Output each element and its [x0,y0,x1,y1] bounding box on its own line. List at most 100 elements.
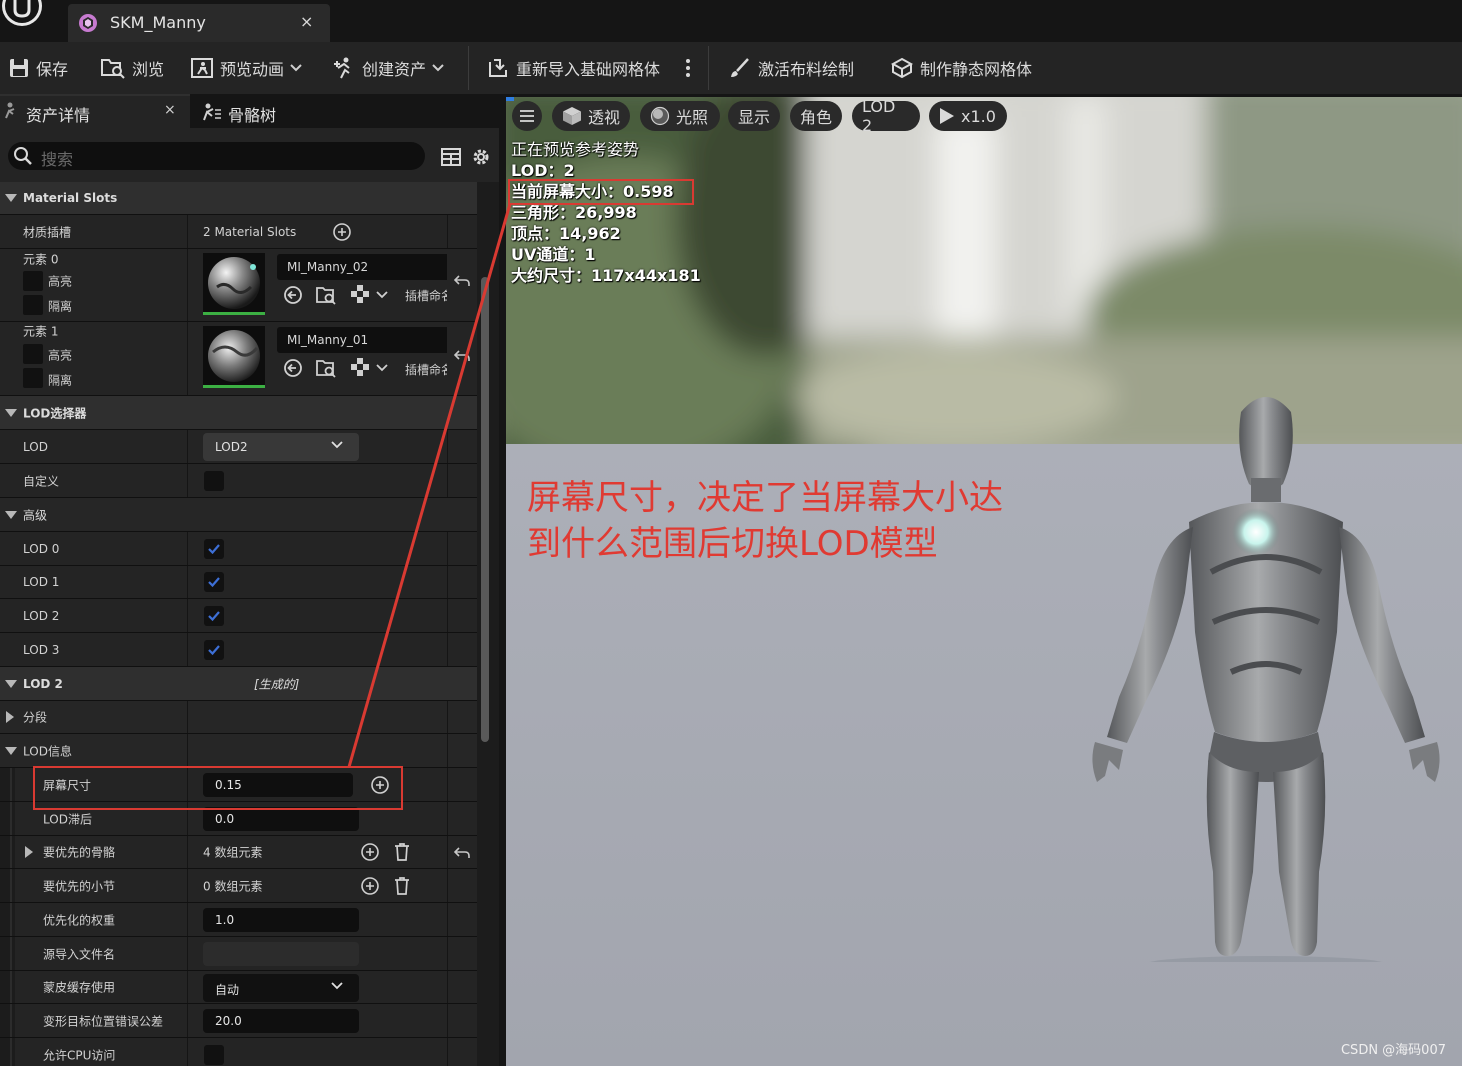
highlight-label: 高亮 [48,274,73,289]
playback-speed-button[interactable]: x1.0 [929,101,1007,131]
lod-button[interactable]: LOD 2 [852,97,920,135]
lod-row: LOD LOD2 [0,430,477,464]
material-thumbnail[interactable] [203,326,265,388]
stats-approx-size: 大约尺寸：117x44x181 [511,266,701,285]
lod1-checkbox[interactable] [204,572,224,592]
character-button[interactable]: 角色 [790,101,842,131]
perspective-button[interactable]: 透视 [552,101,630,131]
morph-tolerance-input[interactable]: 20.0 [203,1009,359,1033]
lod2-category[interactable]: LOD 2 [生成的] [0,667,477,701]
lod-toggle-row: LOD 0 [0,532,477,566]
material-thumbnail[interactable] [203,253,265,315]
reset-arrow-icon[interactable] [454,274,470,288]
skin-cache-label: 蒙皮缓存使用 [43,980,116,995]
lod2-checkbox[interactable] [204,606,224,626]
sections-row[interactable]: 分段 [0,701,477,734]
add-icon[interactable] [361,877,379,895]
material-name-field[interactable]: MI_Manny_02 [277,254,447,280]
reimport-icon [489,59,507,77]
add-slot-icon[interactable] [333,223,351,241]
lod3-label: LOD 3 [23,642,60,657]
cpu-access-row: 允许CPU访问 [0,1038,477,1066]
weight-input[interactable]: 1.0 [203,908,359,932]
source-file-input[interactable] [203,942,359,966]
preview-animation-button[interactable]: 预览动画 [190,42,302,94]
trash-icon[interactable] [393,842,411,862]
lod-picker-category[interactable]: LOD选择器 [0,396,477,430]
lod-toggle-row: LOD 3 [0,633,477,667]
panel-scrollbar[interactable] [481,277,489,742]
reset-arrow-icon[interactable] [454,349,470,363]
prioritized-sections-row: 要优先的小节 0 数组元素 [0,869,477,903]
viewport-stats: 正在预览参考姿势 LOD：2 当前屏幕大小：0.598 三角形：26,998 顶… [511,139,701,286]
highlight-checkbox[interactable] [23,271,43,291]
skeleton-tree-icon [203,103,221,121]
browse-button[interactable]: 浏览 [100,42,164,94]
custom-checkbox[interactable] [204,471,224,491]
use-selected-arrow-icon[interactable] [283,285,303,305]
tab-skeleton-tree[interactable]: 骨骼树 [196,94,316,128]
lod-dropdown[interactable]: LOD2 [203,433,359,461]
save-button[interactable]: 保存 [8,42,68,94]
chevron-down-icon[interactable] [376,364,388,372]
chevron-down-icon[interactable] [376,291,388,299]
browse-asset-icon[interactable] [315,358,337,378]
paint-brush-icon [731,58,749,77]
lighting-button[interactable]: 光照 [640,101,720,131]
browse-asset-icon[interactable] [315,285,337,305]
current-screen-size-highlight-box [508,179,694,205]
gear-icon[interactable] [471,147,491,167]
show-button[interactable]: 显示 [728,101,780,131]
lod-info-row[interactable]: LOD信息 [0,734,477,768]
skin-cache-dropdown[interactable]: 自动 [203,974,359,1002]
annotation-text: 屏幕尺寸，决定了当屏幕大小达 到什么范围后切换LOD模型 [527,475,1003,567]
playback-speed-label: x1.0 [961,106,996,126]
more-options-icon[interactable] [684,58,692,78]
isolate-checkbox[interactable] [23,295,43,315]
reset-arrow-icon[interactable] [454,846,470,860]
weight-row: 优先化的权重 1.0 [0,903,477,937]
lod2-label: LOD 2 [23,608,60,623]
preview-viewport[interactable]: 透视 光照 显示 角色 LOD 2 x1.0 正在预览参考姿势 LOD：2 当前… [506,97,1462,1066]
checker-texture-icon[interactable] [351,285,369,303]
use-selected-arrow-icon[interactable] [283,358,303,378]
splitter[interactable] [499,94,506,1066]
panel-tabs: 资产详情 × 骨骼树 [0,94,499,128]
lighting-sphere-icon [650,106,670,126]
editor-window: SKM_Manny × 保存 浏览 预览动画 创建资产 重新导入基础网格体 激活… [0,0,1462,1066]
hysteresis-input[interactable]: 0.0 [203,807,359,831]
viewport-menu-button[interactable] [512,101,542,131]
asset-details-icon [5,102,15,119]
table-view-icon[interactable] [441,148,461,166]
custom-row: 自定义 [0,464,477,498]
reimport-base-mesh-button[interactable]: 重新导入基础网格体 [486,42,660,94]
activate-cloth-paint-button[interactable]: 激活布料绘制 [728,42,854,94]
skeletal-mesh-icon [79,14,97,32]
asset-tab[interactable]: SKM_Manny × [68,4,330,42]
lod-picker-header: LOD选择器 [23,406,87,420]
source-file-row: 源导入文件名 [0,937,477,971]
hysteresis-label: LOD滞后 [43,812,92,826]
highlight-checkbox[interactable] [23,344,43,364]
add-icon[interactable] [361,843,379,861]
tab-close-icon[interactable]: × [164,102,176,118]
material-name-field[interactable]: MI_Manny_01 [277,327,447,353]
make-static-mesh-button[interactable]: 制作静态网格体 [890,42,1032,94]
search-input[interactable]: 搜索 [8,142,425,170]
trash-icon[interactable] [393,876,411,896]
lod3-checkbox[interactable] [204,640,224,660]
tab-close-icon[interactable]: × [300,12,313,31]
tab-asset-details[interactable]: 资产详情 × [0,94,190,128]
isolate-checkbox[interactable] [23,368,43,388]
source-file-label: 源导入文件名 [43,947,116,961]
create-asset-button[interactable]: 创建资产 [332,42,444,94]
advanced-category[interactable]: 高级 [0,498,477,532]
mannequin-model[interactable] [1081,382,1451,962]
lod0-checkbox[interactable] [204,539,224,559]
checker-texture-icon[interactable] [351,358,369,376]
unreal-logo-icon[interactable] [0,0,50,30]
material-slots-category[interactable]: Material Slots [0,182,477,215]
main-toolbar: 保存 浏览 预览动画 创建资产 重新导入基础网格体 激活布料绘制 制作静态网格体 [0,42,1462,94]
cpu-access-checkbox[interactable] [204,1045,224,1065]
make-static-mesh-label: 制作静态网格体 [920,60,1033,79]
